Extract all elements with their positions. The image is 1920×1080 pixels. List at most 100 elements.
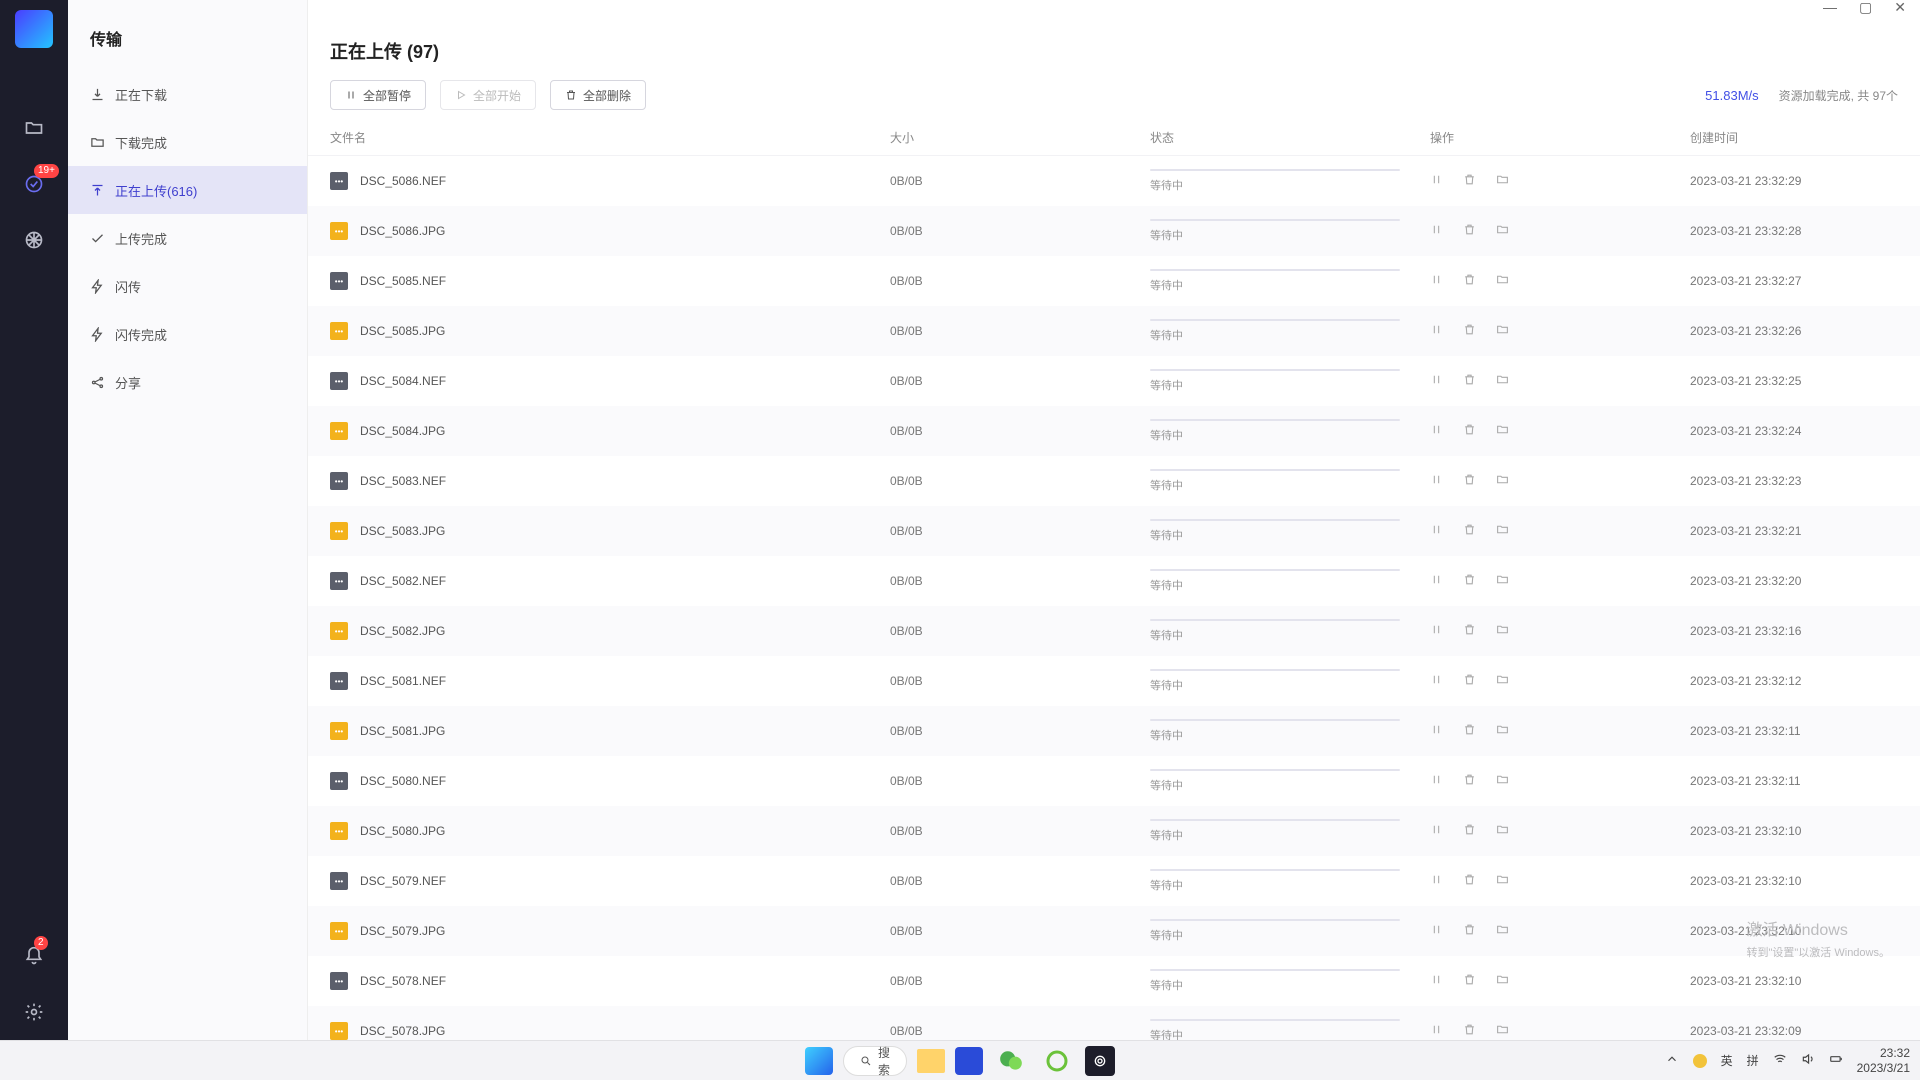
pause-button[interactable] [1430, 673, 1443, 689]
open-folder-button[interactable] [1496, 973, 1509, 989]
pause-button[interactable] [1430, 573, 1443, 589]
delete-all-button[interactable]: 全部删除 [550, 80, 646, 110]
pause-button[interactable] [1430, 623, 1443, 639]
pause-button[interactable] [1430, 823, 1443, 839]
table-row[interactable]: •••DSC_5080.NEF0B/0B等待中2023-03-21 23:32:… [308, 756, 1920, 806]
delete-button[interactable] [1463, 223, 1476, 239]
table-row[interactable]: •••DSC_5078.JPG0B/0B等待中2023-03-21 23:32:… [308, 1006, 1920, 1040]
ime-lang[interactable]: 英 [1721, 1052, 1733, 1069]
delete-button[interactable] [1463, 423, 1476, 439]
tray-chevron-icon[interactable] [1665, 1052, 1679, 1069]
start-all-button[interactable]: 全部开始 [440, 80, 536, 110]
taskbar-browser-icon[interactable] [1039, 1046, 1075, 1076]
minimize-button[interactable]: — [1823, 0, 1837, 14]
maximize-button[interactable]: ▢ [1859, 0, 1872, 14]
pause-button[interactable] [1430, 273, 1443, 289]
taskbar-maxthon-icon[interactable] [955, 1047, 983, 1075]
rail-folder-icon[interactable] [0, 100, 68, 156]
table-row[interactable]: •••DSC_5086.NEF0B/0B等待中2023-03-21 23:32:… [308, 156, 1920, 206]
open-folder-button[interactable] [1496, 623, 1509, 639]
close-button[interactable]: ✕ [1894, 0, 1906, 14]
delete-button[interactable] [1463, 373, 1476, 389]
table-row[interactable]: •••DSC_5082.JPG0B/0B等待中2023-03-21 23:32:… [308, 606, 1920, 656]
sidebar-item-3[interactable]: 上传完成 [68, 214, 307, 262]
sidebar-item-6[interactable]: 分享 [68, 358, 307, 406]
table-row[interactable]: •••DSC_5084.NEF0B/0B等待中2023-03-21 23:32:… [308, 356, 1920, 406]
table-row[interactable]: •••DSC_5085.NEF0B/0B等待中2023-03-21 23:32:… [308, 256, 1920, 306]
table-row[interactable]: •••DSC_5083.NEF0B/0B等待中2023-03-21 23:32:… [308, 456, 1920, 506]
sidebar-item-0[interactable]: 正在下载 [68, 70, 307, 118]
tray-status-icon[interactable] [1693, 1054, 1707, 1068]
open-folder-button[interactable] [1496, 173, 1509, 189]
open-folder-button[interactable] [1496, 673, 1509, 689]
delete-button[interactable] [1463, 673, 1476, 689]
delete-button[interactable] [1463, 523, 1476, 539]
open-folder-button[interactable] [1496, 773, 1509, 789]
pause-button[interactable] [1430, 873, 1443, 889]
open-folder-button[interactable] [1496, 723, 1509, 739]
open-folder-button[interactable] [1496, 1023, 1509, 1039]
taskbar-app-icon[interactable] [1085, 1046, 1115, 1076]
rail-gear-icon[interactable] [0, 984, 68, 1040]
open-folder-button[interactable] [1496, 223, 1509, 239]
delete-button[interactable] [1463, 823, 1476, 839]
table-row[interactable]: •••DSC_5085.JPG0B/0B等待中2023-03-21 23:32:… [308, 306, 1920, 356]
open-folder-button[interactable] [1496, 523, 1509, 539]
pause-button[interactable] [1430, 923, 1443, 939]
tray-clock[interactable]: 23:32 2023/3/21 [1857, 1046, 1910, 1075]
pause-button[interactable] [1430, 523, 1443, 539]
delete-button[interactable] [1463, 173, 1476, 189]
battery-icon[interactable] [1829, 1052, 1843, 1069]
ime-mode[interactable]: 拼 [1747, 1052, 1759, 1069]
delete-button[interactable] [1463, 723, 1476, 739]
table-row[interactable]: •••DSC_5079.NEF0B/0B等待中2023-03-21 23:32:… [308, 856, 1920, 906]
open-folder-button[interactable] [1496, 473, 1509, 489]
pause-button[interactable] [1430, 973, 1443, 989]
open-folder-button[interactable] [1496, 423, 1509, 439]
sidebar-item-1[interactable]: 下载完成 [68, 118, 307, 166]
pause-button[interactable] [1430, 773, 1443, 789]
pause-button[interactable] [1430, 1023, 1443, 1039]
table-row[interactable]: •••DSC_5081.JPG0B/0B等待中2023-03-21 23:32:… [308, 706, 1920, 756]
table-row[interactable]: •••DSC_5081.NEF0B/0B等待中2023-03-21 23:32:… [308, 656, 1920, 706]
taskbar-explorer-icon[interactable] [917, 1049, 945, 1073]
sidebar-item-2[interactable]: 正在上传(616) [68, 166, 307, 214]
open-folder-button[interactable] [1496, 273, 1509, 289]
open-folder-button[interactable] [1496, 823, 1509, 839]
table-row[interactable]: •••DSC_5082.NEF0B/0B等待中2023-03-21 23:32:… [308, 556, 1920, 606]
rail-bell-icon[interactable]: 2 [0, 928, 68, 984]
table-row[interactable]: •••DSC_5080.JPG0B/0B等待中2023-03-21 23:32:… [308, 806, 1920, 856]
delete-button[interactable] [1463, 1023, 1476, 1039]
pause-button[interactable] [1430, 323, 1443, 339]
start-button[interactable] [805, 1047, 833, 1075]
open-folder-button[interactable] [1496, 923, 1509, 939]
delete-button[interactable] [1463, 873, 1476, 889]
delete-button[interactable] [1463, 773, 1476, 789]
delete-button[interactable] [1463, 973, 1476, 989]
taskbar-search[interactable]: 搜索 [843, 1046, 907, 1076]
rail-aperture-icon[interactable] [0, 212, 68, 268]
table-row[interactable]: •••DSC_5084.JPG0B/0B等待中2023-03-21 23:32:… [308, 406, 1920, 456]
delete-button[interactable] [1463, 473, 1476, 489]
volume-icon[interactable] [1801, 1052, 1815, 1069]
pause-button[interactable] [1430, 173, 1443, 189]
table-row[interactable]: •••DSC_5086.JPG0B/0B等待中2023-03-21 23:32:… [308, 206, 1920, 256]
table-row[interactable]: •••DSC_5083.JPG0B/0B等待中2023-03-21 23:32:… [308, 506, 1920, 556]
pause-button[interactable] [1430, 373, 1443, 389]
table-row[interactable]: •••DSC_5078.NEF0B/0B等待中2023-03-21 23:32:… [308, 956, 1920, 1006]
pause-all-button[interactable]: 全部暂停 [330, 80, 426, 110]
table-row[interactable]: •••DSC_5079.JPG0B/0B等待中2023-03-21 23:32:… [308, 906, 1920, 956]
taskbar-wechat-icon[interactable] [993, 1046, 1029, 1076]
open-folder-button[interactable] [1496, 373, 1509, 389]
pause-button[interactable] [1430, 423, 1443, 439]
sidebar-item-4[interactable]: 闪传 [68, 262, 307, 310]
delete-button[interactable] [1463, 273, 1476, 289]
open-folder-button[interactable] [1496, 573, 1509, 589]
pause-button[interactable] [1430, 223, 1443, 239]
delete-button[interactable] [1463, 573, 1476, 589]
pause-button[interactable] [1430, 723, 1443, 739]
wifi-icon[interactable] [1773, 1052, 1787, 1069]
delete-button[interactable] [1463, 623, 1476, 639]
open-folder-button[interactable] [1496, 873, 1509, 889]
delete-button[interactable] [1463, 323, 1476, 339]
